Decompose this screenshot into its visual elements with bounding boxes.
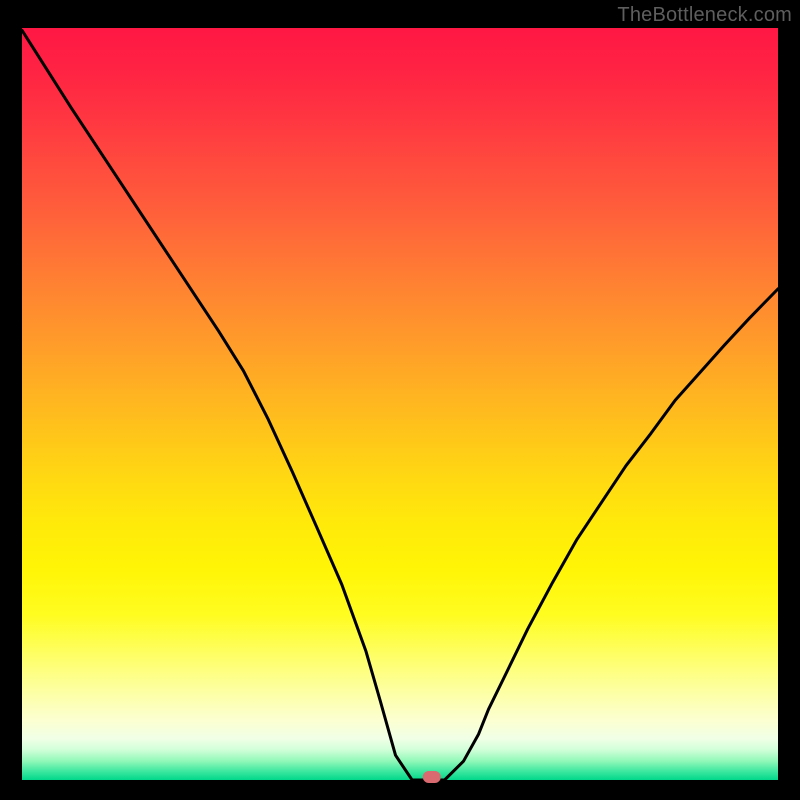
bottleneck-chart: [0, 0, 800, 800]
watermark-text: TheBottleneck.com: [617, 4, 792, 27]
optimal-point-marker: [423, 771, 441, 783]
chart-frame: TheBottleneck.com: [0, 0, 800, 800]
plot-background-gradient: [22, 28, 778, 780]
